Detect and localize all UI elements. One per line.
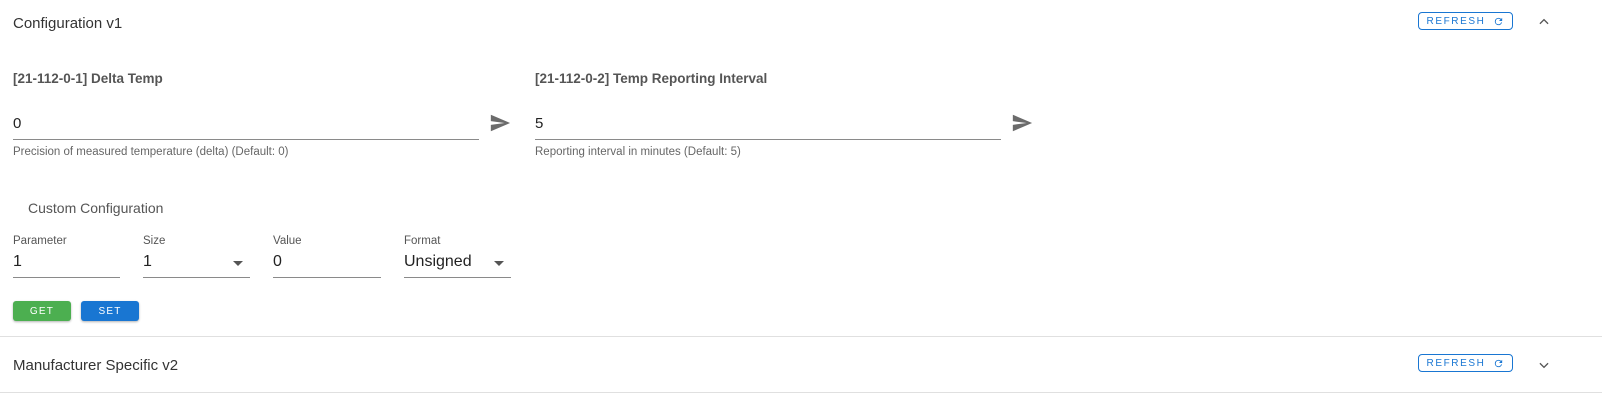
custom-configuration-title: Custom Configuration [28, 200, 164, 216]
configuration-panel-title[interactable]: Configuration v1 [13, 15, 122, 32]
delta-temp-input[interactable]: 0 [13, 110, 479, 140]
panel-divider [0, 336, 1602, 337]
refresh-icon [1495, 17, 1503, 25]
manufacturer-specific-panel-title[interactable]: Manufacturer Specific v2 [13, 357, 178, 374]
delta-temp-hint: Precision of measured temperature (delta… [13, 146, 289, 158]
send-icon[interactable] [488, 112, 512, 134]
parameter-label: Parameter [13, 235, 67, 247]
refresh-icon [1495, 359, 1503, 367]
temp-reporting-interval-input[interactable]: 5 [535, 110, 1001, 140]
param-title-delta-temp: [21-112-0-1] Delta Temp [13, 71, 163, 86]
value-input[interactable]: 0 [273, 250, 381, 278]
parameter-value: 1 [13, 253, 22, 270]
chevron-down-icon[interactable] [1537, 358, 1551, 372]
panel-divider-bottom [0, 392, 1602, 393]
param-title-temp-reporting-interval: [21-112-0-2] Temp Reporting Interval [535, 71, 768, 86]
refresh-button-label: REFRESH [1426, 357, 1486, 369]
size-value: 1 [143, 253, 152, 270]
send-icon[interactable] [1010, 112, 1034, 134]
size-label: Size [143, 235, 166, 247]
value-value: 0 [273, 253, 282, 270]
arrow-drop-down-icon [494, 261, 504, 266]
manufacturer-refresh-button[interactable]: REFRESH [1418, 354, 1513, 372]
temp-reporting-interval-hint: Reporting interval in minutes (Default: … [535, 146, 741, 158]
parameter-input[interactable]: 1 [13, 250, 120, 278]
format-value: Unsigned [404, 253, 472, 270]
refresh-button-label: REFRESH [1426, 15, 1486, 27]
configuration-refresh-button[interactable]: REFRESH [1418, 12, 1513, 30]
arrow-drop-down-icon [233, 261, 243, 266]
value-label: Value [273, 235, 302, 247]
temp-reporting-interval-value: 5 [535, 115, 544, 132]
chevron-up-icon[interactable] [1537, 15, 1551, 29]
get-button[interactable]: GET [13, 301, 71, 321]
delta-temp-value: 0 [13, 115, 22, 132]
format-label: Format [404, 235, 441, 247]
size-select[interactable]: 1 [143, 250, 250, 278]
set-button[interactable]: SET [81, 301, 139, 321]
format-select[interactable]: Unsigned [404, 250, 511, 278]
